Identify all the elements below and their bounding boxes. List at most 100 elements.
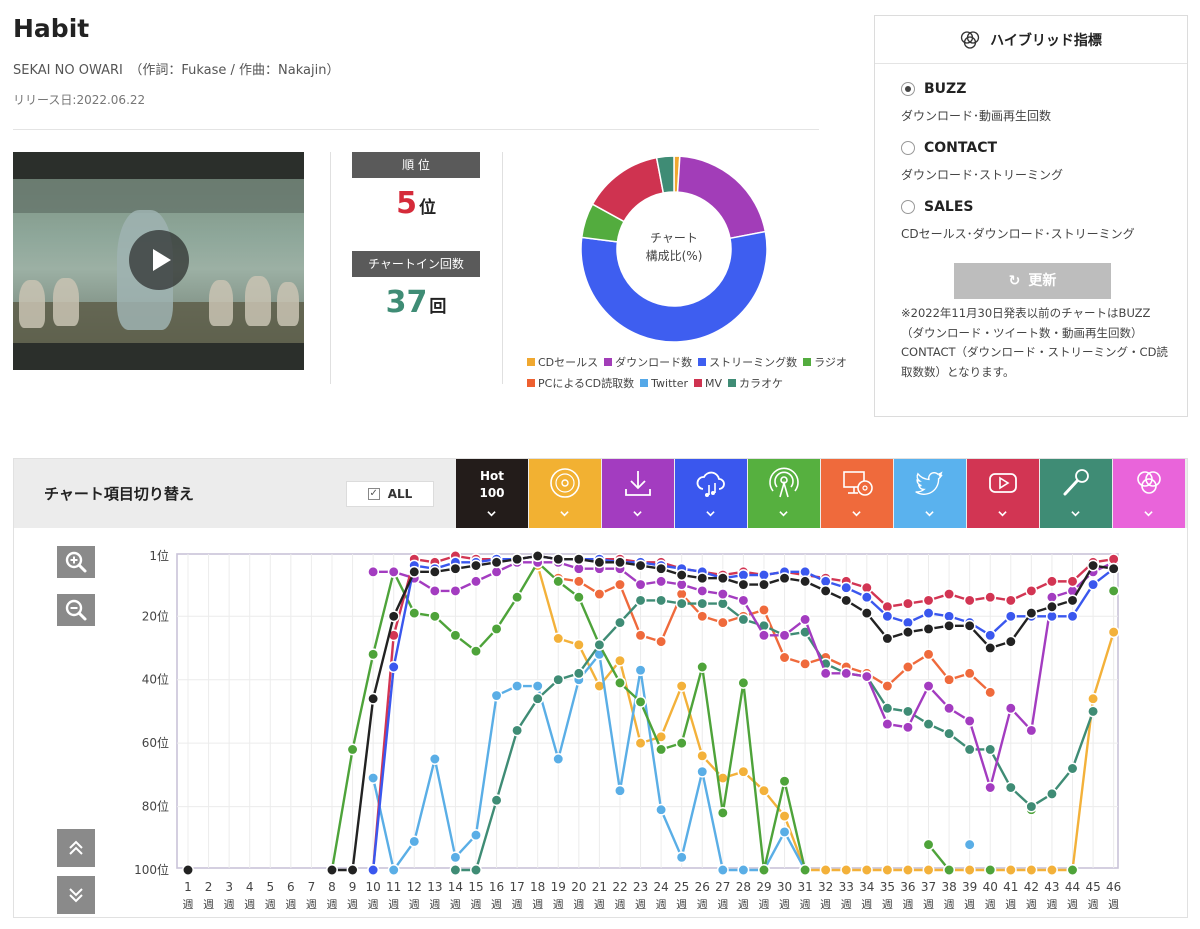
data-point-karaoke[interactable] <box>1045 787 1058 800</box>
data-point-mv[interactable] <box>1025 584 1038 597</box>
data-point-karaoke[interactable] <box>572 667 585 680</box>
data-point-streaming[interactable] <box>367 864 380 876</box>
data-point-twitter[interactable] <box>634 664 647 677</box>
data-point-karaoke[interactable] <box>737 613 750 626</box>
data-point-cd[interactable] <box>963 864 976 876</box>
data-point-radio[interactable] <box>428 610 441 623</box>
data-point-hot100[interactable] <box>696 572 709 585</box>
data-point-cd[interactable] <box>840 864 853 876</box>
data-point-download[interactable] <box>428 584 441 597</box>
data-point-cd[interactable] <box>1004 864 1017 876</box>
data-point-download[interactable] <box>634 578 647 591</box>
data-point-cd[interactable] <box>902 864 914 876</box>
data-point-radio[interactable] <box>572 591 585 604</box>
data-point-cd[interactable] <box>1025 864 1038 876</box>
data-point-mv[interactable] <box>984 591 997 604</box>
data-point-streaming[interactable] <box>984 629 997 642</box>
data-point-karaoke[interactable] <box>449 864 462 876</box>
data-point-hot100[interactable] <box>572 553 585 566</box>
data-point-hot100[interactable] <box>716 572 729 585</box>
radio-sales[interactable] <box>901 200 915 214</box>
data-point-radio[interactable] <box>716 806 729 819</box>
data-point-mv[interactable] <box>943 588 956 601</box>
data-point-twitter[interactable] <box>449 851 462 864</box>
data-point-hot100[interactable] <box>984 642 997 654</box>
data-point-cd[interactable] <box>614 654 626 667</box>
data-point-twitter[interactable] <box>470 829 482 842</box>
data-point-karaoke[interactable] <box>943 727 956 740</box>
data-point-mv[interactable] <box>922 594 935 607</box>
data-point-radio[interactable] <box>1107 584 1120 597</box>
data-point-twitter[interactable] <box>428 753 441 765</box>
data-point-hot100[interactable] <box>799 575 812 588</box>
data-point-cd[interactable] <box>1087 692 1100 705</box>
data-point-karaoke[interactable] <box>593 638 606 651</box>
data-point-radio[interactable] <box>737 676 750 689</box>
data-point-download[interactable] <box>963 714 976 727</box>
data-point-download[interactable] <box>1025 724 1038 737</box>
data-point-karaoke[interactable] <box>511 724 524 737</box>
data-point-pc[interactable] <box>778 651 791 664</box>
data-point-hot100[interactable] <box>614 556 626 569</box>
data-point-hot100[interactable] <box>1066 594 1079 607</box>
data-point-twitter[interactable] <box>552 753 565 765</box>
data-point-twitter[interactable] <box>511 680 524 692</box>
data-point-hot100[interactable] <box>860 607 873 620</box>
data-point-radio[interactable] <box>984 864 997 876</box>
data-point-mv[interactable] <box>902 597 914 610</box>
data-point-pc[interactable] <box>881 680 894 692</box>
data-point-radio[interactable] <box>408 607 421 620</box>
data-point-mv[interactable] <box>1045 575 1058 588</box>
data-point-download[interactable] <box>367 565 380 578</box>
data-point-pc[interactable] <box>593 588 606 601</box>
data-point-pc[interactable] <box>716 616 729 629</box>
data-point-karaoke[interactable] <box>614 616 626 629</box>
data-point-karaoke[interactable] <box>655 594 668 607</box>
data-point-download[interactable] <box>984 781 997 794</box>
data-point-radio[interactable] <box>655 743 668 756</box>
data-point-twitter[interactable] <box>675 851 688 864</box>
data-point-twitter[interactable] <box>531 680 544 692</box>
data-point-twitter[interactable] <box>655 803 668 816</box>
data-point-download[interactable] <box>758 629 770 642</box>
data-point-pc[interactable] <box>572 575 585 588</box>
data-point-hot100[interactable] <box>531 550 544 562</box>
option-contact[interactable]: CONTACT <box>901 140 997 156</box>
data-point-pc[interactable] <box>922 648 935 661</box>
data-point-download[interactable] <box>737 594 750 607</box>
data-point-cd[interactable] <box>881 864 894 876</box>
data-point-cd[interactable] <box>737 765 750 778</box>
data-point-streaming[interactable] <box>1087 578 1100 591</box>
data-point-download[interactable] <box>819 667 832 680</box>
data-point-download[interactable] <box>470 575 482 588</box>
data-point-karaoke[interactable] <box>1025 800 1038 813</box>
data-point-twitter[interactable] <box>408 835 421 848</box>
data-point-twitter[interactable] <box>614 784 626 797</box>
data-point-karaoke[interactable] <box>922 718 935 731</box>
data-point-karaoke[interactable] <box>696 597 709 610</box>
data-point-radio[interactable] <box>449 629 462 642</box>
data-point-download[interactable] <box>840 667 853 680</box>
data-point-hot100[interactable] <box>511 553 524 566</box>
data-point-cd[interactable] <box>922 864 935 876</box>
data-point-hot100[interactable] <box>655 562 668 575</box>
data-point-twitter[interactable] <box>778 825 791 838</box>
data-point-download[interactable] <box>881 718 894 731</box>
data-point-cd[interactable] <box>696 749 709 762</box>
zoom-in-button[interactable] <box>57 546 95 578</box>
data-point-cd[interactable] <box>778 810 791 823</box>
data-point-twitter[interactable] <box>490 689 503 702</box>
data-point-radio[interactable] <box>511 591 524 604</box>
data-point-radio[interactable] <box>778 775 791 788</box>
data-point-cd[interactable] <box>552 632 565 645</box>
music-video-player[interactable] <box>13 152 304 370</box>
option-buzz[interactable]: BUZZ <box>901 81 966 97</box>
scroll-down-button[interactable] <box>57 876 95 914</box>
data-point-hot100[interactable] <box>1004 635 1017 648</box>
data-point-download[interactable] <box>1004 702 1017 715</box>
data-point-hot100[interactable] <box>1087 559 1100 572</box>
data-point-pc[interactable] <box>634 629 647 642</box>
data-point-hot100[interactable] <box>470 559 482 572</box>
data-point-twitter[interactable] <box>737 864 750 876</box>
data-point-pc[interactable] <box>758 603 770 616</box>
